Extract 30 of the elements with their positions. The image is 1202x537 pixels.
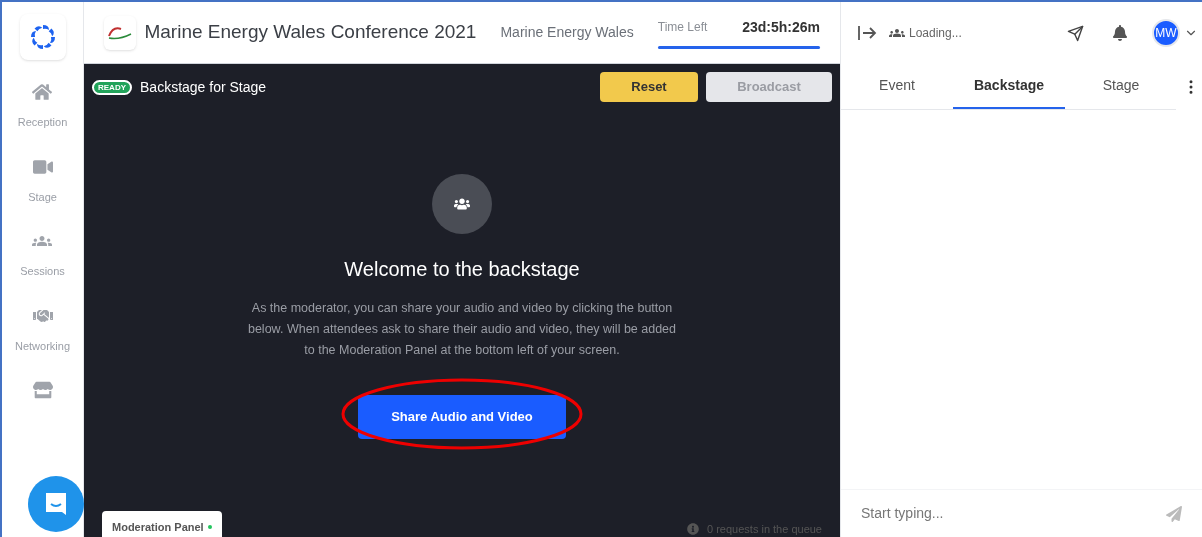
notifications-icon[interactable]: [1112, 25, 1128, 41]
time-left-label: Time Left: [657, 19, 708, 36]
sidebar-item[interactable]: Networking: [15, 337, 70, 354]
welcome-description: As the moderator, you can share your audio and video by clicking the button below. When attendees ask to share their audio and video, they will be added to the Moderation Panel at the bottom left of your screen.: [246, 300, 678, 359]
event-title: Marine Energy Wales Conference 2021: [144, 20, 477, 45]
participants-icon: [432, 174, 492, 234]
backstage-title: Backstage for Stage: [140, 77, 267, 97]
welcome-heading: Welcome to the backstage: [344, 257, 580, 282]
exit-arrow-icon[interactable]: [857, 25, 877, 41]
sidebar-icon[interactable]: [32, 380, 53, 400]
send-message-icon[interactable]: [1166, 505, 1182, 522]
chat-input[interactable]: Start typing...: [861, 503, 1166, 524]
send-icon[interactable]: [1067, 24, 1084, 42]
info-icon: [687, 522, 699, 535]
chat-bubble-icon: [43, 491, 69, 517]
panel-tab[interactable]: Event: [841, 64, 953, 109]
reset-button[interactable]: Reset: [600, 72, 698, 102]
sidebar-item[interactable]: Stage: [28, 188, 57, 205]
time-left-value: 23d:5h:26m: [742, 17, 820, 37]
user-avatar[interactable]: MW: [1152, 19, 1180, 47]
panel-tab[interactable]: Backstage: [953, 64, 1065, 109]
moderation-panel-tab[interactable]: Moderation Panel: [102, 510, 222, 537]
ready-badge: READY: [92, 79, 132, 95]
organizer-name: Marine Energy Wales: [500, 23, 634, 42]
share-audio-video-button[interactable]: Share Audio and Video: [358, 395, 566, 439]
sidebar-icon[interactable]: [32, 82, 53, 102]
panel-tab[interactable]: Stage: [1065, 64, 1177, 109]
attendee-count-status: Loading...: [909, 25, 962, 42]
sidebar-item[interactable]: Reception: [17, 114, 68, 131]
sidebar-item[interactable]: Sessions: [20, 263, 65, 280]
